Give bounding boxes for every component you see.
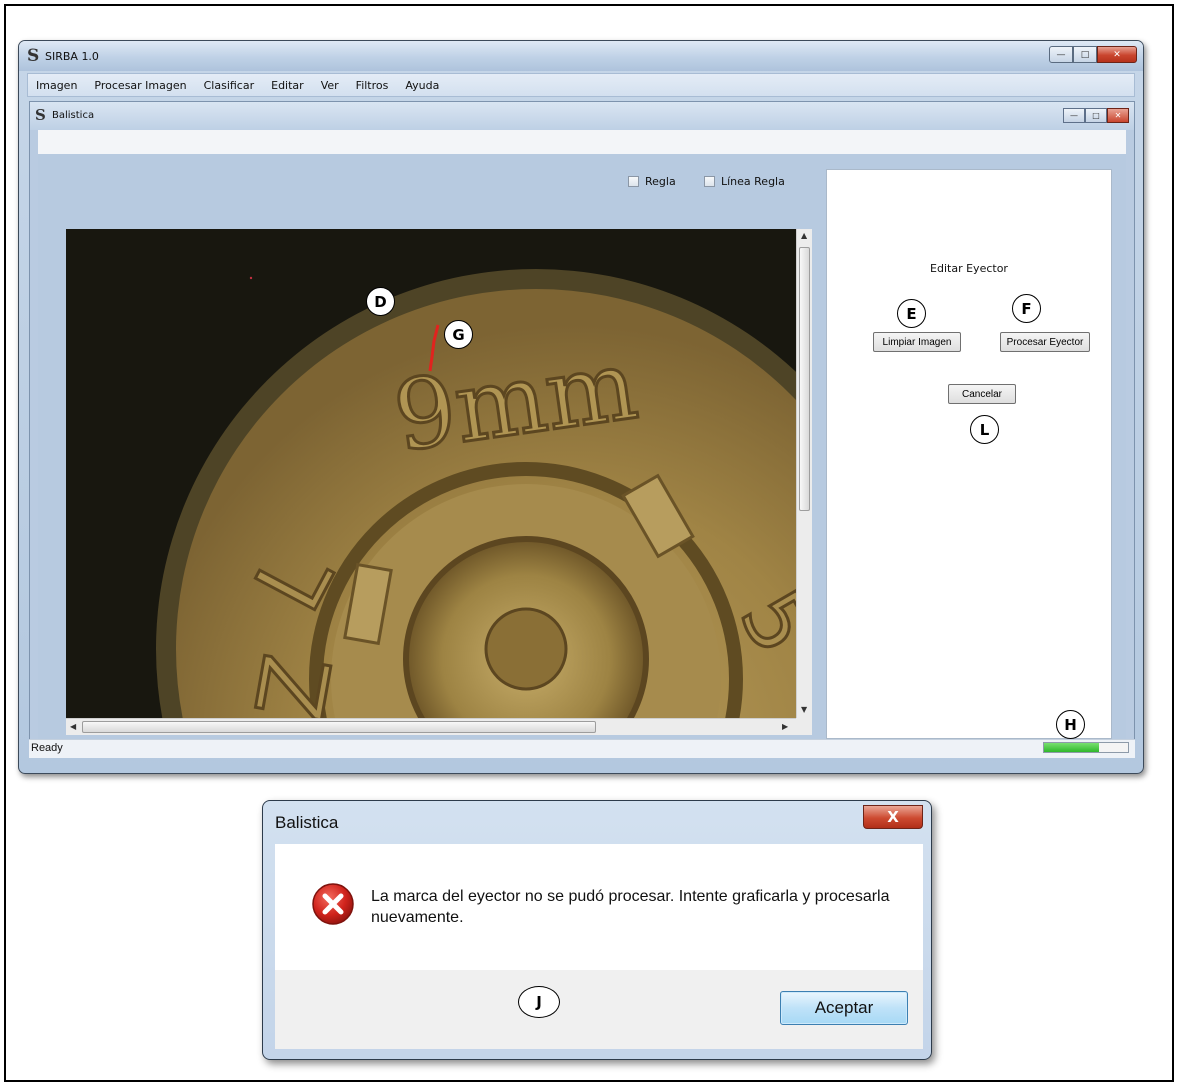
dialog-close-icon[interactable]: X — [863, 805, 923, 829]
maximize-icon[interactable]: □ — [1073, 46, 1097, 63]
error-icon — [312, 883, 354, 925]
clear-image-button[interactable]: Limpiar Imagen — [873, 332, 961, 352]
close-icon[interactable]: ✕ — [1097, 46, 1137, 63]
child-maximize-icon[interactable]: □ — [1085, 108, 1107, 123]
cartridge-headstamp-image: 9mm L Z 5 — [66, 229, 796, 718]
dialog-title: Balistica — [275, 813, 339, 832]
regla-checkbox[interactable] — [628, 176, 639, 187]
callout-j: J — [518, 986, 560, 1018]
ok-button[interactable]: Aceptar — [780, 991, 908, 1025]
app-title: SIRBA 1.0 — [45, 50, 99, 63]
main-window: S SIRBA 1.0 — □ ✕ Imagen Procesar Imagen… — [18, 40, 1144, 774]
scroll-right-icon[interactable]: ▶ — [782, 722, 788, 731]
callout-d: D — [366, 287, 395, 316]
linea-regla-checkbox-row[interactable]: Línea Regla — [704, 175, 785, 188]
horizontal-scrollbar[interactable]: ◀ ▶ — [66, 718, 796, 735]
app-logo-icon: S — [27, 46, 40, 66]
menu-editar[interactable]: Editar — [271, 79, 304, 92]
callout-l: L — [970, 415, 999, 444]
process-ejector-button[interactable]: Procesar Eyector — [1000, 332, 1090, 352]
regla-label: Regla — [645, 175, 676, 188]
child-minimize-icon[interactable]: — — [1063, 108, 1085, 123]
work-area: Regla Línea Regla 9mm L Z 5 ▲ ▼ ◀ ▶ D G … — [38, 154, 1126, 742]
minimize-icon[interactable]: — — [1049, 46, 1073, 63]
dialog-footer: J Aceptar — [275, 970, 923, 1049]
dialog-message: La marca del eyector no se pudó procesar… — [371, 888, 890, 926]
callout-h: H — [1056, 710, 1085, 739]
status-bar: Ready — [29, 739, 1135, 758]
scroll-corner — [796, 718, 812, 735]
vertical-scrollbar[interactable]: ▲ ▼ — [796, 229, 812, 718]
child-close-icon[interactable]: ✕ — [1107, 108, 1129, 123]
menu-filtros[interactable]: Filtros — [356, 79, 389, 92]
scroll-left-icon[interactable]: ◀ — [70, 722, 76, 731]
scroll-up-icon[interactable]: ▲ — [801, 231, 807, 240]
dialog-body: La marca del eyector no se pudó procesar… — [275, 844, 923, 970]
tool-strip — [38, 130, 1126, 155]
cancel-button[interactable]: Cancelar — [948, 384, 1016, 404]
callout-e: E — [897, 299, 926, 328]
child-window-controls: — □ ✕ — [1063, 108, 1129, 123]
menu-ayuda[interactable]: Ayuda — [405, 79, 439, 92]
menu-bar: Imagen Procesar Imagen Clasificar Editar… — [27, 73, 1135, 97]
scroll-down-icon[interactable]: ▼ — [801, 705, 807, 714]
cartridge-image[interactable]: 9mm L Z 5 — [66, 229, 796, 718]
linea-regla-checkbox[interactable] — [704, 176, 715, 187]
error-dialog: Balistica X La marca del eyector no se p… — [262, 800, 932, 1060]
linea-regla-label: Línea Regla — [721, 175, 785, 188]
child-logo-icon: S — [35, 106, 46, 124]
menu-clasificar[interactable]: Clasificar — [204, 79, 255, 92]
image-viewer[interactable]: 9mm L Z 5 ▲ ▼ ◀ ▶ — [66, 229, 812, 735]
regla-checkbox-row[interactable]: Regla — [628, 175, 676, 188]
callout-g: G — [444, 320, 473, 349]
main-title-bar[interactable]: S SIRBA 1.0 — □ ✕ — [19, 41, 1143, 71]
child-title-bar[interactable]: S Balistica — □ ✕ — [30, 102, 1134, 130]
horizontal-scroll-thumb[interactable] — [82, 721, 596, 733]
progress-bar — [1043, 742, 1129, 753]
status-text: Ready — [31, 742, 63, 754]
menu-procesar-imagen[interactable]: Procesar Imagen — [94, 79, 186, 92]
edit-ejector-panel: Editar Eyector E F Limpiar Imagen Proces… — [826, 169, 1112, 739]
callout-f: F — [1012, 294, 1041, 323]
child-title: Balistica — [52, 110, 95, 121]
balistica-child-window: S Balistica — □ ✕ Regla Línea Regla 9mm … — [29, 101, 1135, 743]
vertical-scroll-thumb[interactable] — [799, 247, 810, 511]
window-controls: — □ ✕ — [1049, 46, 1137, 63]
panel-title: Editar Eyector — [930, 262, 1008, 275]
menu-ver[interactable]: Ver — [321, 79, 339, 92]
menu-imagen[interactable]: Imagen — [36, 79, 77, 92]
progress-fill — [1044, 743, 1099, 752]
